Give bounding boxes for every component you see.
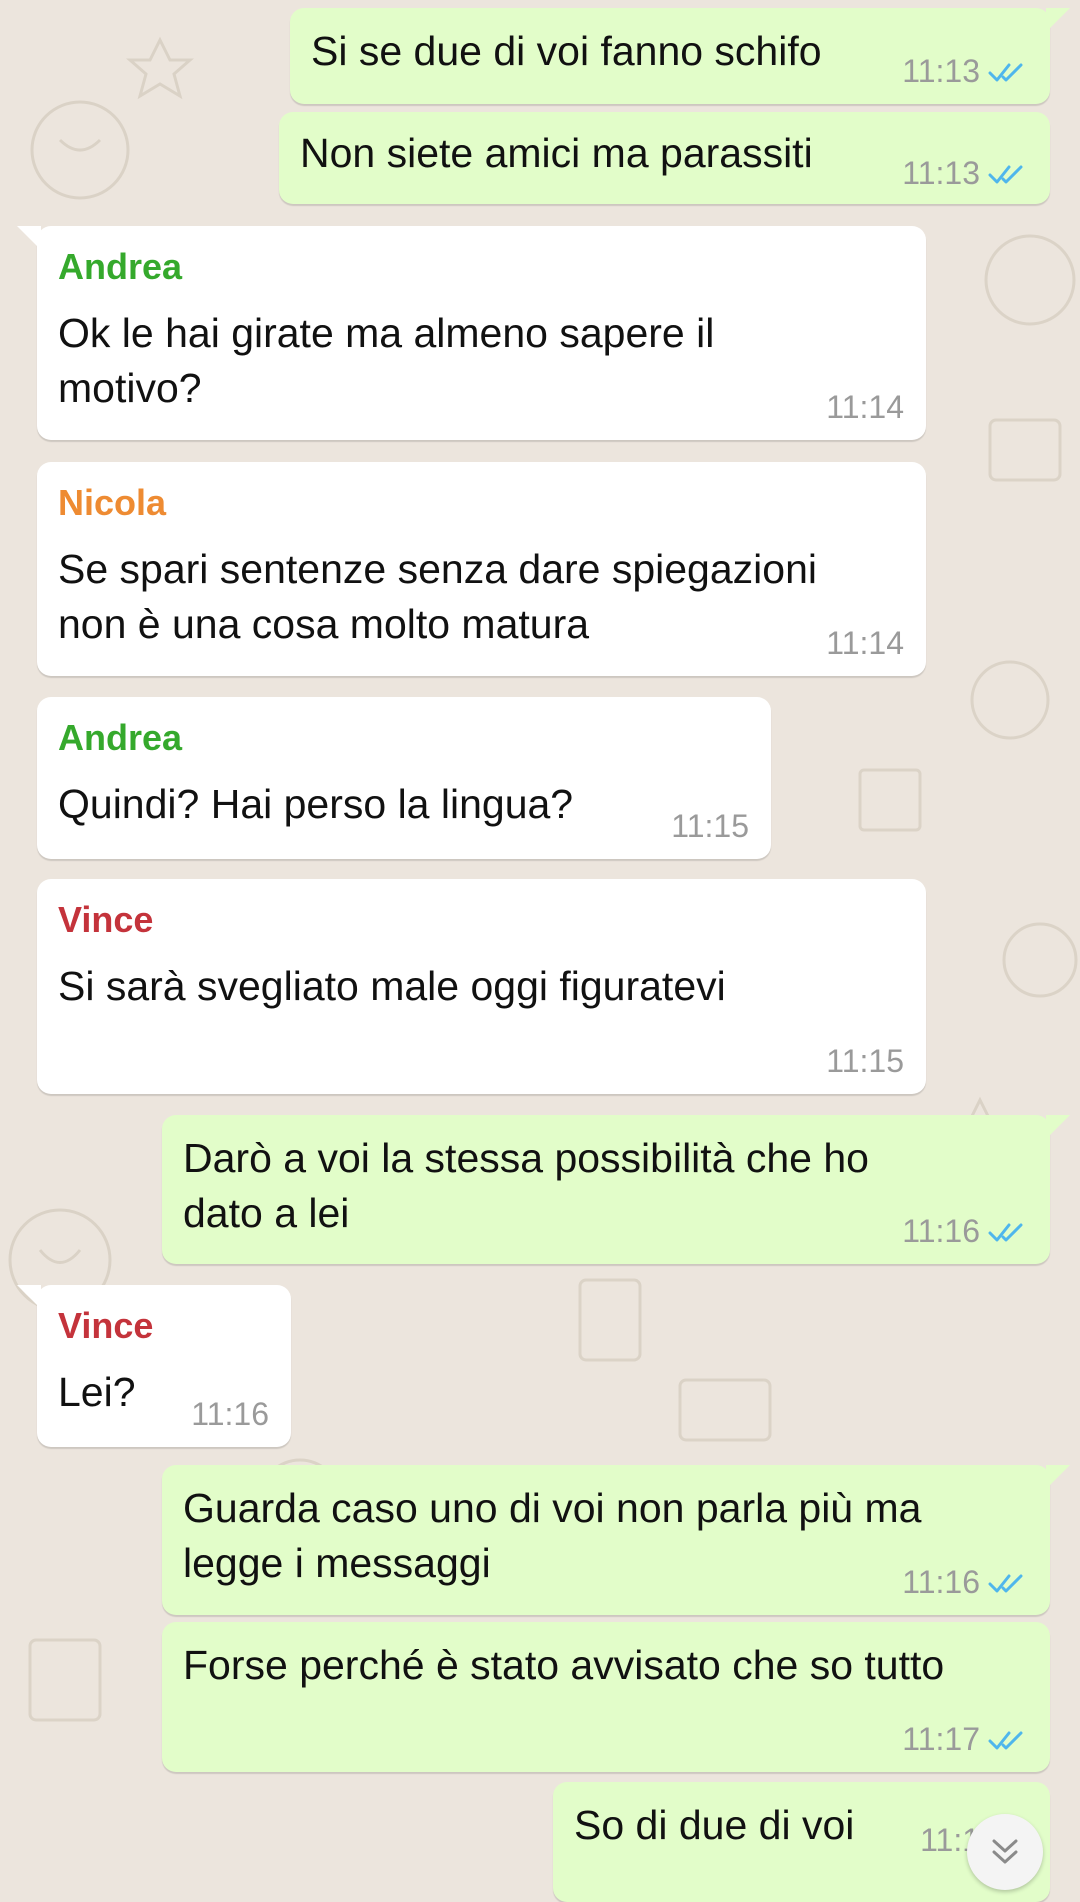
sender-name: Vince: [58, 899, 154, 940]
message-time: 11:14: [826, 625, 904, 661]
message-meta: 11:14: [826, 625, 904, 662]
sender-name: Nicola: [58, 482, 167, 523]
scroll-to-bottom-button[interactable]: [967, 1814, 1043, 1890]
message-text: motivo?: [58, 365, 202, 411]
read-double-check-icon: [988, 165, 1023, 183]
incoming-message[interactable]: Vince Si sarà svegliato male oggi figura…: [37, 879, 926, 1094]
message-text: Se spari sentenze senza dare spiegazioni: [58, 546, 817, 592]
read-double-check-icon: [988, 63, 1023, 81]
message-text: Ok le hai girate ma almeno sapere il: [58, 310, 715, 356]
message-text: Si sarà svegliato male oggi figuratevi: [58, 963, 726, 1009]
message-time: 11:13: [902, 53, 980, 89]
incoming-message[interactable]: Andrea Quindi? Hai perso la lingua? 11:1…: [37, 697, 771, 859]
message-text: Si se due di voi fanno schifo: [311, 28, 822, 74]
read-double-check-icon: [988, 1731, 1023, 1749]
conversation[interactable]: Si se due di voi fanno schifo 11:13 Non …: [0, 0, 1080, 1902]
incoming-message[interactable]: Nicola Se spari sentenze senza dare spie…: [37, 462, 926, 676]
message-text: non è una cosa molto matura: [58, 601, 590, 647]
message-time: 11:16: [902, 1564, 980, 1600]
message-meta: 11:14: [826, 389, 904, 426]
message-meta: 11:13: [902, 53, 1028, 90]
message-text: legge i messaggi: [183, 1540, 491, 1586]
message-meta: 11:15: [671, 808, 749, 845]
message-time: 11:15: [671, 808, 749, 844]
outgoing-message[interactable]: Forse perché è stato avvisato che so tut…: [162, 1622, 1050, 1772]
message-meta: 11:16: [902, 1213, 1028, 1250]
message-time: 11:15: [826, 1043, 904, 1079]
message-meta: 11:16: [902, 1564, 1028, 1601]
message-text: Lei?: [58, 1369, 136, 1415]
message-text: Forse perché è stato avvisato che so tut…: [183, 1642, 945, 1688]
outgoing-message[interactable]: Non siete amici ma parassiti 11:13: [279, 112, 1050, 204]
incoming-message[interactable]: Andrea Ok le hai girate ma almeno sapere…: [17, 226, 926, 440]
double-chevron-down-icon: [992, 1839, 1018, 1864]
message-time: 11:16: [191, 1396, 269, 1432]
outgoing-message[interactable]: Darò a voi la stessa possibilità che ho …: [162, 1115, 1070, 1264]
message-text: Darò a voi la stessa possibilità che ho: [183, 1135, 869, 1181]
message-time: 11:14: [826, 389, 904, 425]
message-text: Non siete amici ma parassiti: [300, 130, 813, 176]
sender-name: Vince: [58, 1305, 154, 1346]
message-text: So di due di voi: [574, 1802, 855, 1848]
sender-name: Andrea: [58, 246, 183, 287]
incoming-message[interactable]: Vince Lei? 11:16: [17, 1285, 291, 1447]
message-meta: 11:13: [902, 155, 1028, 192]
sender-name: Andrea: [58, 717, 183, 758]
message-meta: 11:15: [826, 1043, 904, 1080]
message-meta: 11:17: [902, 1721, 1028, 1758]
message-text: dato a lei: [183, 1190, 350, 1236]
read-double-check-icon: [988, 1574, 1023, 1592]
message-text: Guarda caso uno di voi non parla più ma: [183, 1485, 922, 1531]
read-double-check-icon: [988, 1223, 1023, 1241]
message-time: 11:13: [902, 155, 980, 191]
outgoing-message[interactable]: Si se due di voi fanno schifo 11:13: [290, 8, 1070, 104]
message-time: 11:16: [902, 1213, 980, 1249]
outgoing-message[interactable]: Guarda caso uno di voi non parla più ma …: [162, 1465, 1070, 1615]
message-meta: 11:16: [191, 1396, 269, 1433]
message-time: 11:17: [902, 1721, 980, 1757]
message-text: Quindi? Hai perso la lingua?: [58, 781, 574, 827]
